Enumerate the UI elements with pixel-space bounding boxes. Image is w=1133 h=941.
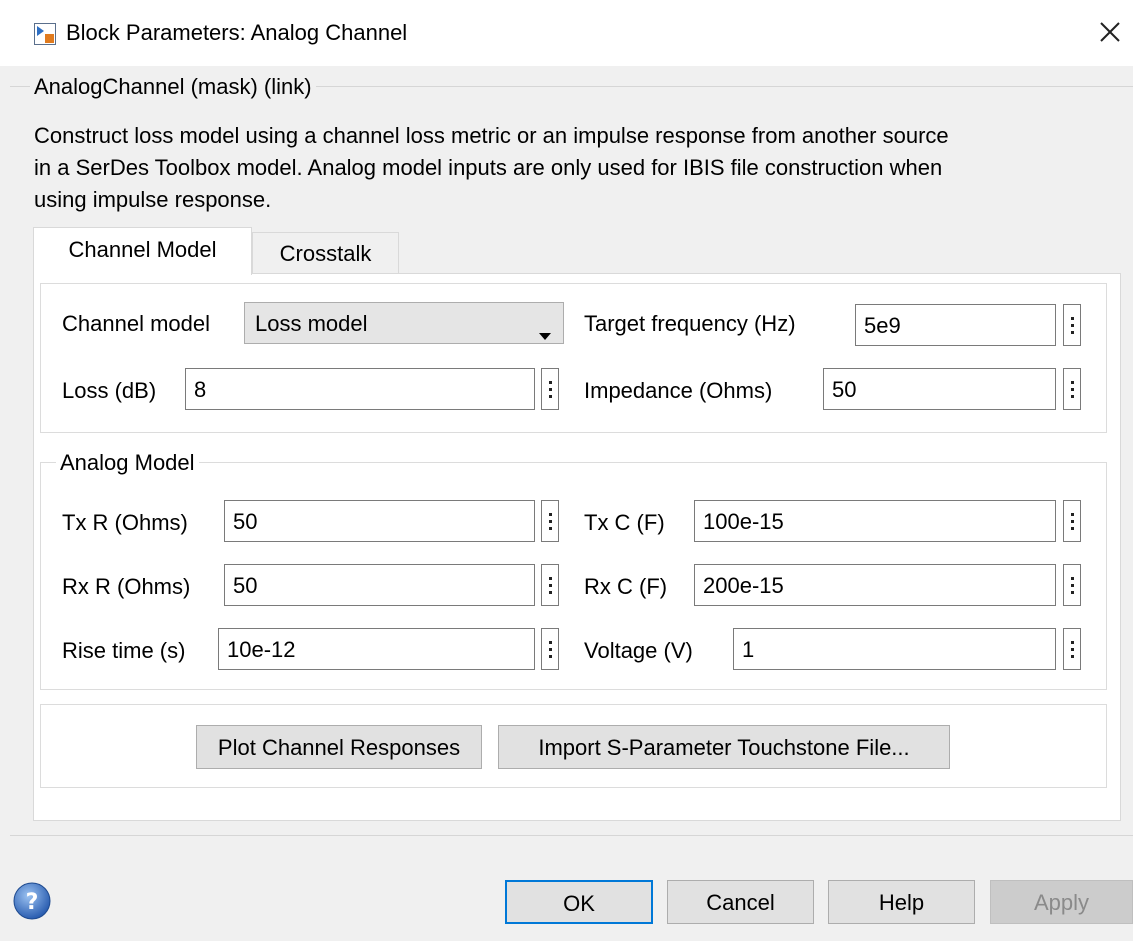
tx-c-more-icon[interactable] [1063,500,1081,542]
window-title: Block Parameters: Analog Channel [66,20,408,45]
rx-r-more-icon[interactable] [541,564,559,606]
tx-r-label: Tx R (Ohms) [62,510,188,535]
tx-c-label: Tx C (F) [584,510,665,535]
chevron-down-icon [539,320,551,346]
cancel-button[interactable]: Cancel [667,880,814,924]
rx-c-field[interactable]: 200e-15 [694,564,1056,606]
rx-r-field[interactable]: 50 [224,564,535,606]
tx-c-field[interactable]: 100e-15 [694,500,1056,542]
voltage-more-icon[interactable] [1063,628,1081,670]
target-frequency-field[interactable]: 5e9 [855,304,1056,346]
loss-more-icon[interactable] [541,368,559,410]
svg-text:?: ? [26,890,39,915]
voltage-label: Voltage (V) [584,638,693,663]
ok-button[interactable]: OK [505,880,653,924]
voltage-field[interactable]: 1 [733,628,1056,670]
impedance-label: Impedance (Ohms) [584,378,773,403]
help-button[interactable]: Help [828,880,975,924]
title-bar: Block Parameters: Analog Channel [0,0,1133,66]
apply-button[interactable]: Apply [990,880,1133,924]
impedance-more-icon[interactable] [1063,368,1081,410]
rise-time-field[interactable]: 10e-12 [218,628,535,670]
analog-model-title: Analog Model [56,450,199,476]
tx-r-more-icon[interactable] [541,500,559,542]
loss-field[interactable]: 8 [185,368,535,410]
mask-description: Construct loss model using a channel los… [34,123,949,212]
question-icon[interactable]: ? [12,881,52,921]
channel-model-label: Channel model [62,311,210,336]
rise-time-label: Rise time (s) [62,638,186,663]
impedance-field[interactable]: 50 [823,368,1056,410]
tab-channel-model[interactable]: Channel Model [33,227,252,275]
rise-time-more-icon[interactable] [541,628,559,670]
channel-model-dropdown[interactable]: Loss model [244,302,564,344]
mask-group-title: AnalogChannel (mask) (link) [30,74,316,100]
loss-label: Loss (dB) [62,378,157,403]
tx-r-field[interactable]: 50 [224,500,535,542]
rx-c-label: Rx C (F) [584,574,668,599]
target-frequency-more-icon[interactable] [1063,304,1081,346]
tab-crosstalk[interactable]: Crosstalk [252,232,399,273]
simulink-block-icon [34,23,56,45]
import-touchstone-button[interactable]: Import S-Parameter Touchstone File... [498,725,950,769]
close-icon[interactable] [1090,12,1130,52]
target-frequency-label: Target frequency (Hz) [584,311,796,336]
plot-channel-responses-button[interactable]: Plot Channel Responses [196,725,482,769]
channel-model-value: Loss model [255,311,368,336]
rx-c-more-icon[interactable] [1063,564,1081,606]
rx-r-label: Rx R (Ohms) [62,574,191,599]
